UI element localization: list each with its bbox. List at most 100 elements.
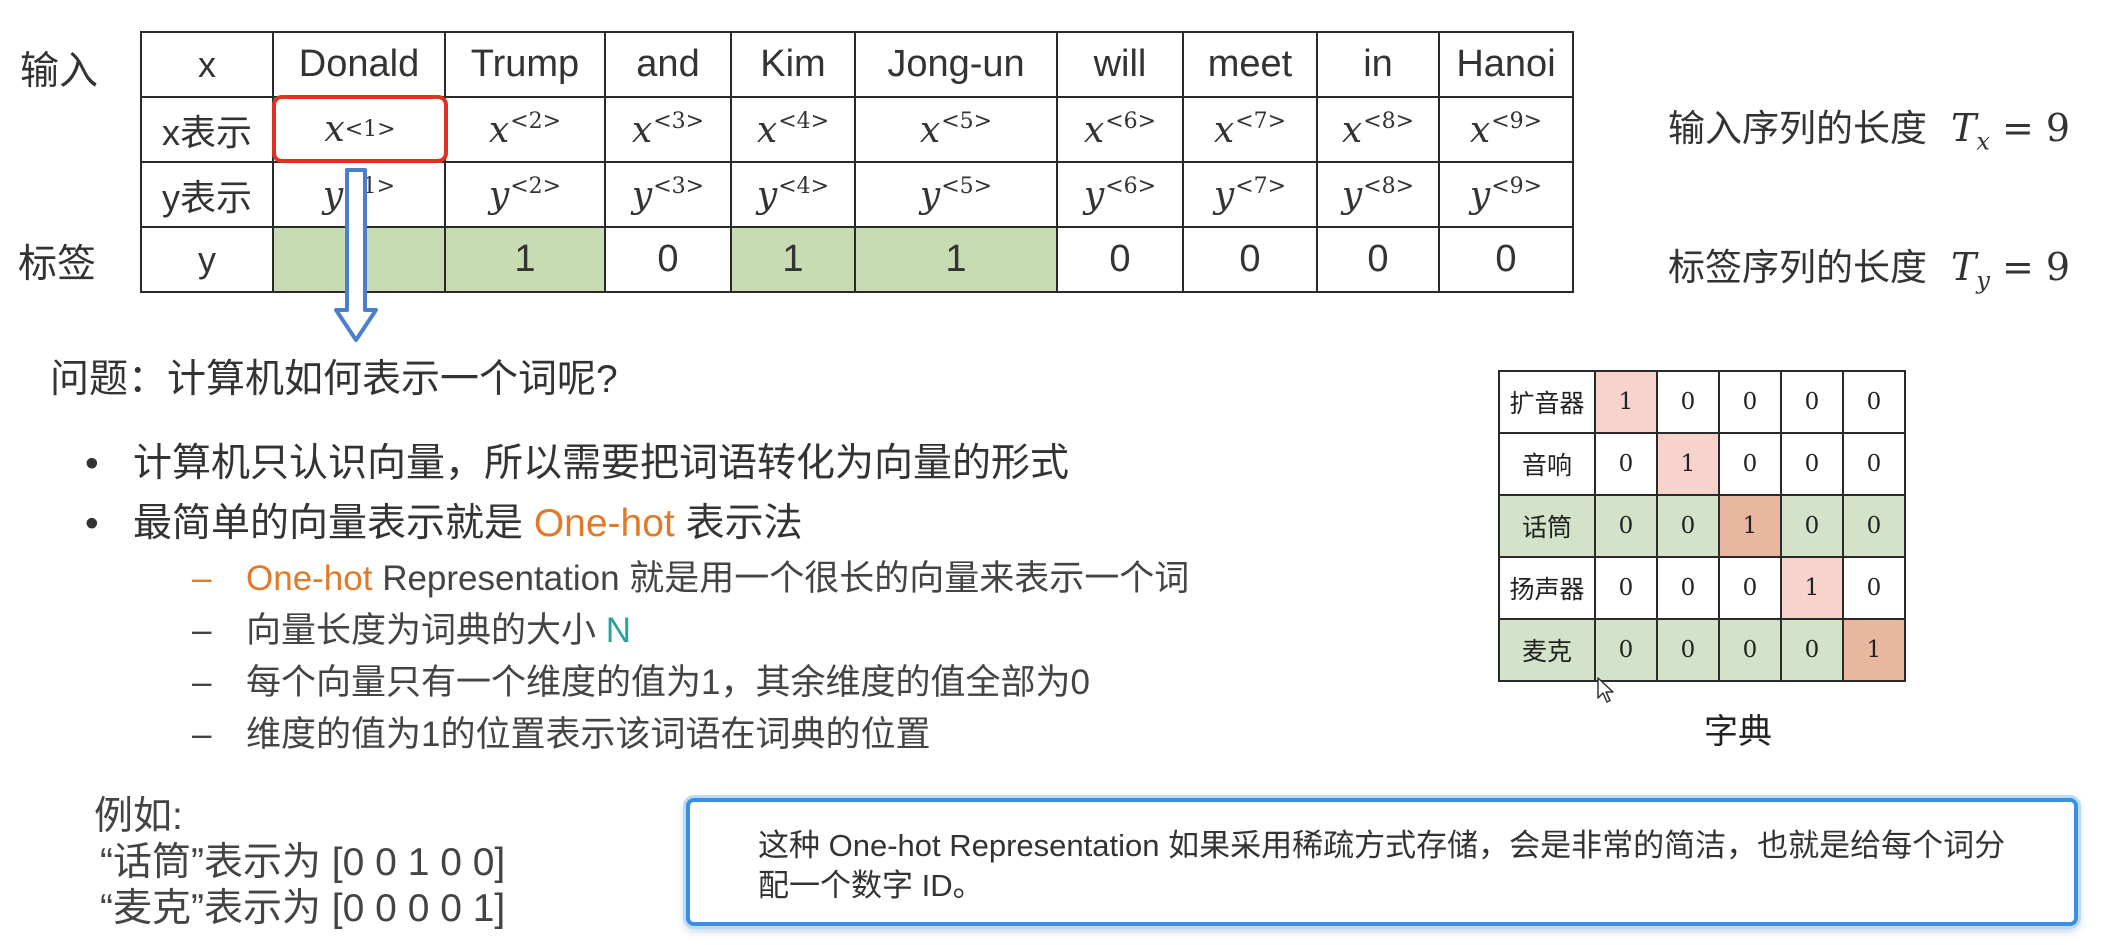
metric-label: 输入序列的长度 (1668, 108, 1927, 149)
word-cell: Donald (272, 31, 446, 98)
example-line: “麦克”表示为 [0 0 0 0 1] (100, 887, 506, 930)
dictionary-value: 1 (1842, 618, 1906, 682)
side-label-label: 标签 (18, 243, 97, 286)
bullet-dot: • (85, 442, 99, 485)
y-vector-cell: y<9> (1438, 161, 1574, 228)
word-cell: Jong-un (854, 31, 1058, 98)
word-cell: Hanoi (1438, 31, 1574, 98)
n-accent: N (605, 611, 632, 650)
y-vector-cell: y<6> (1056, 161, 1184, 228)
label-cell: 0 (1316, 226, 1440, 293)
dictionary-value: 1 (1780, 556, 1844, 620)
bullet-dot: • (85, 502, 99, 545)
words-row: x Donald Trump and Kim Jong-un will meet… (140, 31, 1574, 98)
dictionary-value: 1 (1594, 370, 1658, 434)
dictionary-value: 0 (1656, 556, 1720, 620)
word-cell: and (604, 31, 732, 98)
input-length-metric: 输入序列的长度 Tx = 9 (1668, 98, 2070, 156)
question-heading: 问题：计算机如何表示一个词呢? (50, 358, 618, 401)
sub-bullet-text: 维度的值为1的位置表示该词语在词典的位置 (246, 715, 931, 754)
metric-label: 标签序列的长度 (1668, 247, 1927, 288)
word-cell: Kim (730, 31, 856, 98)
x-vector-cell: x<9> (1438, 96, 1574, 163)
dictionary-value: 0 (1842, 494, 1906, 558)
y-vector-cell: y<5> (854, 161, 1058, 228)
bullet-item: • 计算机只认识向量，所以需要把词语转化为向量的形式 (85, 432, 1069, 488)
word-cell: will (1056, 31, 1184, 98)
dictionary-value: 0 (1594, 432, 1658, 496)
label-cell: 1 (444, 226, 606, 293)
label-length-metric: 标签序列的长度 Ty = 9 (1668, 237, 2070, 295)
dictionary-value: 0 (1594, 494, 1658, 558)
x-vector-cell: x<3> (604, 96, 732, 163)
dictionary-value: 0 (1656, 618, 1720, 682)
dash-marker: – (192, 663, 212, 702)
word-cell: in (1316, 31, 1440, 98)
sub-bullet-item: – 每个向量只有一个维度的值为1，其余维度的值全部为0 (192, 654, 1090, 705)
label-cell: 0 (1056, 226, 1184, 293)
bullet-text-pre: 最简单的向量表示就是 (133, 502, 534, 545)
sub-bullet-text: 向量长度为词典的大小 (246, 611, 606, 650)
x-vector-cell: x<6> (1056, 96, 1184, 163)
sub-bullet-item: – 向量长度为词典的大小 N (192, 602, 631, 653)
dictionary-value: 0 (1594, 556, 1658, 620)
word-cell: Trump (444, 31, 606, 98)
down-arrow-icon (334, 168, 378, 342)
dictionary-value: 1 (1718, 494, 1782, 558)
x-vector-cell: x<8> (1316, 96, 1440, 163)
metric-formula: Ty = 9 (1951, 245, 2071, 295)
dictionary-value: 0 (1780, 618, 1844, 682)
row-header-x: x (140, 31, 274, 98)
dictionary-value: 0 (1718, 556, 1782, 620)
sub-bullet-item: – 维度的值为1的位置表示该词语在词典的位置 (192, 706, 930, 757)
dictionary-word: 扩音器 (1498, 370, 1596, 434)
sub-bullet-text: Representation 就是用一个很长的向量来表示一个词 (372, 559, 1190, 598)
label-cell: 0 (1438, 226, 1574, 293)
dictionary-word: 扬声器 (1498, 556, 1596, 620)
bullet-item: • 最简单的向量表示就是 One-hot 表示法 (85, 492, 803, 548)
dictionary-value: 0 (1842, 432, 1906, 496)
dictionary-row: 音响 0 1 0 0 0 (1498, 432, 1906, 496)
dictionary-value: 0 (1780, 494, 1844, 558)
dictionary-caption: 字典 (1704, 713, 1772, 751)
dictionary-word: 麦克 (1498, 618, 1596, 682)
dictionary-row: 麦克 0 0 0 0 1 (1498, 618, 1906, 682)
dash-marker: – (192, 611, 212, 650)
sub-bullet-item: – One-hot Representation 就是用一个很长的向量来表示一个词 (192, 550, 1189, 601)
dictionary-value: 0 (1656, 494, 1720, 558)
label-cell: 1 (730, 226, 856, 293)
dictionary-value: 0 (1656, 370, 1720, 434)
row-header-y-rep: y表示 (140, 161, 274, 228)
dictionary-row: 扩音器 1 0 0 0 0 (1498, 370, 1906, 434)
y-vector-cell: y<2> (444, 161, 606, 228)
row-header-x-rep: x表示 (140, 96, 274, 163)
dictionary-table: 扩音器 1 0 0 0 0 音响 0 1 0 0 0 话筒 0 0 1 0 0 … (1498, 370, 1906, 682)
metric-formula: Tx = 9 (1951, 106, 2071, 156)
y-vector-cell: y<7> (1182, 161, 1318, 228)
label-cell: 1 (854, 226, 1058, 293)
dictionary-value: 0 (1842, 370, 1906, 434)
y-vector-cell: y<8> (1316, 161, 1440, 228)
label-cell: 0 (604, 226, 732, 293)
dictionary-value: 1 (1656, 432, 1720, 496)
dictionary-row: 话筒 0 0 1 0 0 (1498, 494, 1906, 558)
row-header-y: y (140, 226, 274, 293)
dictionary-value: 0 (1718, 370, 1782, 434)
label-cell: 0 (1182, 226, 1318, 293)
subtitle-caption-box: 这种 One-hot Representation 如果采用稀疏方式存储，会是非… (686, 798, 2078, 926)
bullet-text-post: 表示法 (674, 502, 803, 545)
subtitle-caption-text: 这种 One-hot Representation 如果采用稀疏方式存储，会是非… (758, 828, 2006, 903)
dictionary-word: 音响 (1498, 432, 1596, 496)
x-vector-cell: x<4> (730, 96, 856, 163)
bullet-text: 计算机只认识向量，所以需要把词语转化为向量的形式 (133, 442, 1070, 485)
dictionary-value: 0 (1718, 432, 1782, 496)
word-cell: meet (1182, 31, 1318, 98)
selected-x-vector: x <1> (324, 108, 396, 150)
onehot-accent: One-hot (533, 502, 675, 545)
dictionary-value: 0 (1780, 432, 1844, 496)
dictionary-word: 话筒 (1498, 494, 1596, 558)
dictionary-value: 0 (1594, 618, 1658, 682)
dictionary-value: 0 (1780, 370, 1844, 434)
y-vector-cell: y<4> (730, 161, 856, 228)
x-vector-cell: x<5> (854, 96, 1058, 163)
